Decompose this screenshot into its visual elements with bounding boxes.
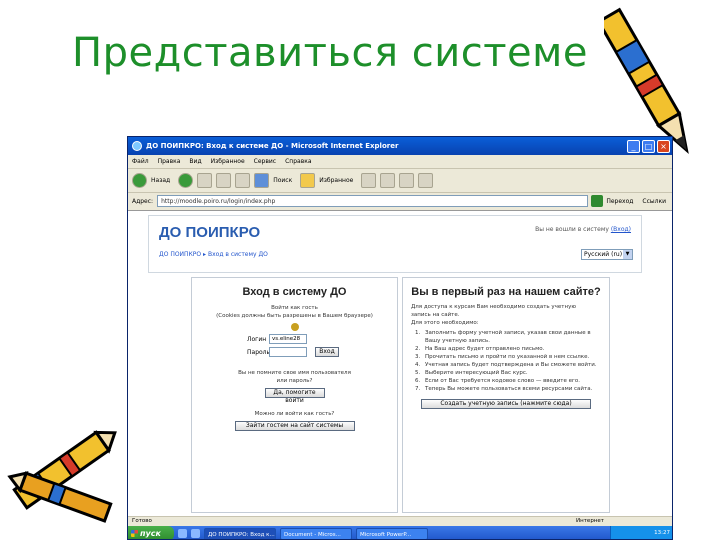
window-title: ДО ПОИПКРО: Вход к системе ДО - Microsof… [146,142,399,150]
page-content: ДО ПОИПКРО Вы не вошли в систему (Вход) … [128,210,672,516]
menu-tools[interactable]: Сервис [254,158,276,165]
password-input[interactable] [269,347,307,357]
browser-toolbar: Назад Поиск Избранное [128,169,672,193]
menu-edit[interactable]: Правка [158,158,181,165]
language-select[interactable]: Русский (ru) ▼ [581,249,633,260]
forward-icon[interactable] [178,173,194,188]
browser-window: ДО ПОИПКРО: Вход к системе ДО - Microsof… [127,136,673,540]
address-input[interactable]: http://moodle.poiro.ru/login/index.php [157,195,589,207]
edit-icon[interactable] [418,173,434,188]
search-label[interactable]: Поиск [273,177,292,184]
site-logo[interactable]: ДО ПОИПКРО [159,224,260,241]
clock: 13:27 [654,530,670,536]
system-tray: 13:27 [610,526,672,539]
quicklaunch-desktop-icon[interactable] [191,529,200,538]
password-row: Пароль Вход [192,347,397,357]
login-panel-title: Вход в систему ДО [242,286,347,298]
steps-list: 1. Заполнить форму учетной записи, указав… [403,329,609,393]
login-panel: Вход в систему ДО Войти как гость (Cooki… [191,277,398,513]
internet-explorer-icon [132,141,142,151]
pencils-illustration-bottom-left [7,430,117,523]
list-item: 1. Заполнить форму учетной записи, указав… [415,330,591,344]
first-time-panel: Вы в первый раз на нашем сайте? Для дост… [402,277,610,513]
list-item: 6. Если от Вас требуется кодовое слово — … [415,378,581,384]
password-label: Пароль [247,348,271,356]
login-row: Логин vs.eline28 [192,334,397,344]
menu-bar: Файл Правка Вид Избранное Сервис Справка [128,155,672,169]
start-label: пуск [140,529,161,538]
list-item: 5. Выберите интересующий Вас курс. [415,370,528,376]
login-status-link[interactable]: (Вход) [611,226,631,233]
cookies-note: (Cookies должны быть разрешены в Вашем б… [216,313,373,319]
login-button[interactable]: Вход [315,347,339,357]
taskbar-item-word[interactable]: Document - Micros... [280,527,352,539]
login-status-text: Вы не вошли в систему [535,226,609,233]
login-label: Логин [247,335,267,343]
address-bar: Адрес: http://moodle.poiro.ru/login/inde… [128,193,672,209]
chevron-down-icon[interactable]: ▼ [623,250,632,259]
intro-text-2: запись на сайте. [411,312,460,318]
language-value: Русский (ru) [584,251,623,258]
minimize-icon[interactable]: _ [627,139,640,153]
forgot-text-1: Вы не помните свое имя пользователя [238,370,351,376]
stop-icon[interactable] [197,173,213,188]
login-status: Вы не вошли в систему (Вход) [535,226,631,233]
taskbar-item-powerpoint[interactable]: Microsoft PowerP... [356,527,428,539]
list-item: 2. На Ваш адрес будет отправлено письмо. [415,346,545,352]
send-password-button[interactable]: Да, помогите войти [264,388,325,404]
list-item: 3. Прочитать письмо и пройти по указанной… [415,354,590,360]
forgot-text-2: или пароль? [276,378,313,384]
menu-favorites[interactable]: Избранное [211,158,245,165]
intro-text-1: Для доступа к курсам Вам необходимо созд… [411,304,576,310]
windows-logo-icon [131,530,138,537]
breadcrumb[interactable]: ДО ПОИПКРО ▸ Вход в систему ДО [159,251,268,258]
login-input[interactable]: vs.eline28 [269,334,307,344]
mail-icon[interactable] [380,173,396,188]
back-label[interactable]: Назад [151,177,170,184]
first-time-panel-title: Вы в первый раз на нашем сайте? [411,286,601,298]
links-label[interactable]: Ссылки [642,198,666,205]
menu-help[interactable]: Справка [285,158,311,165]
taskbar-item-ie[interactable]: ДО ПОИПКРО: Вход к... [204,527,276,539]
go-button[interactable]: Переход [606,198,633,205]
guest-login-button[interactable]: Зайти гостем на сайт системы [234,421,355,431]
maximize-icon[interactable]: □ [642,139,655,153]
menu-file[interactable]: Файл [132,158,149,165]
history-icon[interactable] [361,173,377,188]
guest-question: Можно ли войти как гость? [254,411,335,417]
window-titlebar[interactable]: ДО ПОИПКРО: Вход к системе ДО - Microsof… [128,137,672,155]
go-icon[interactable] [591,195,604,207]
zone-indicator: Интернет [576,518,604,524]
intro-block: Для доступа к курсам Вам необходимо созд… [403,298,609,329]
print-icon[interactable] [399,173,415,188]
home-icon[interactable] [235,173,251,188]
create-account-button[interactable]: Создать учетную запись (нажмите сюда) [421,399,591,409]
list-item: 7. Теперь Вы можете пользоваться всеми ре… [415,386,593,392]
favorites-label[interactable]: Избранное [319,177,353,184]
menu-view[interactable]: Вид [189,158,201,165]
quicklaunch-ie-icon[interactable] [178,529,187,538]
refresh-icon[interactable] [216,173,232,188]
slide-title: Представиться системе [72,30,588,76]
start-button[interactable]: пуск [128,526,174,539]
search-icon[interactable] [254,173,270,188]
taskbar: пуск ДО ПОИПКРО: Вход к... Document - Mi… [128,526,672,539]
key-icon [290,323,299,331]
back-icon[interactable] [132,173,147,188]
intro-text-3: Для этого необходимо: [411,320,479,326]
guest-note: Войти как гость [271,305,318,311]
site-header: ДО ПОИПКРО Вы не вошли в систему (Вход) … [148,215,642,273]
close-icon[interactable]: × [657,139,670,153]
status-text: Готово [132,518,152,524]
favorites-icon[interactable] [300,173,316,188]
status-bar: Готово Интернет [128,516,672,526]
list-item: 4. Учетная запись будет подтверждена и Вы… [415,362,597,368]
address-label: Адрес: [132,197,154,205]
